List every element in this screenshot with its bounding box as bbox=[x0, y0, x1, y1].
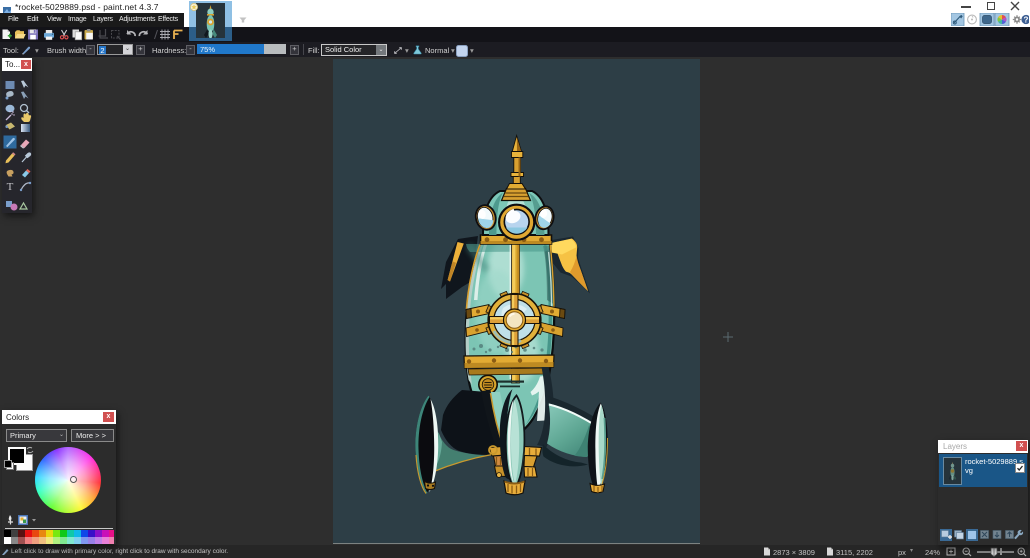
svg-text:T: T bbox=[7, 181, 14, 193]
svg-text:?: ? bbox=[1024, 15, 1029, 24]
